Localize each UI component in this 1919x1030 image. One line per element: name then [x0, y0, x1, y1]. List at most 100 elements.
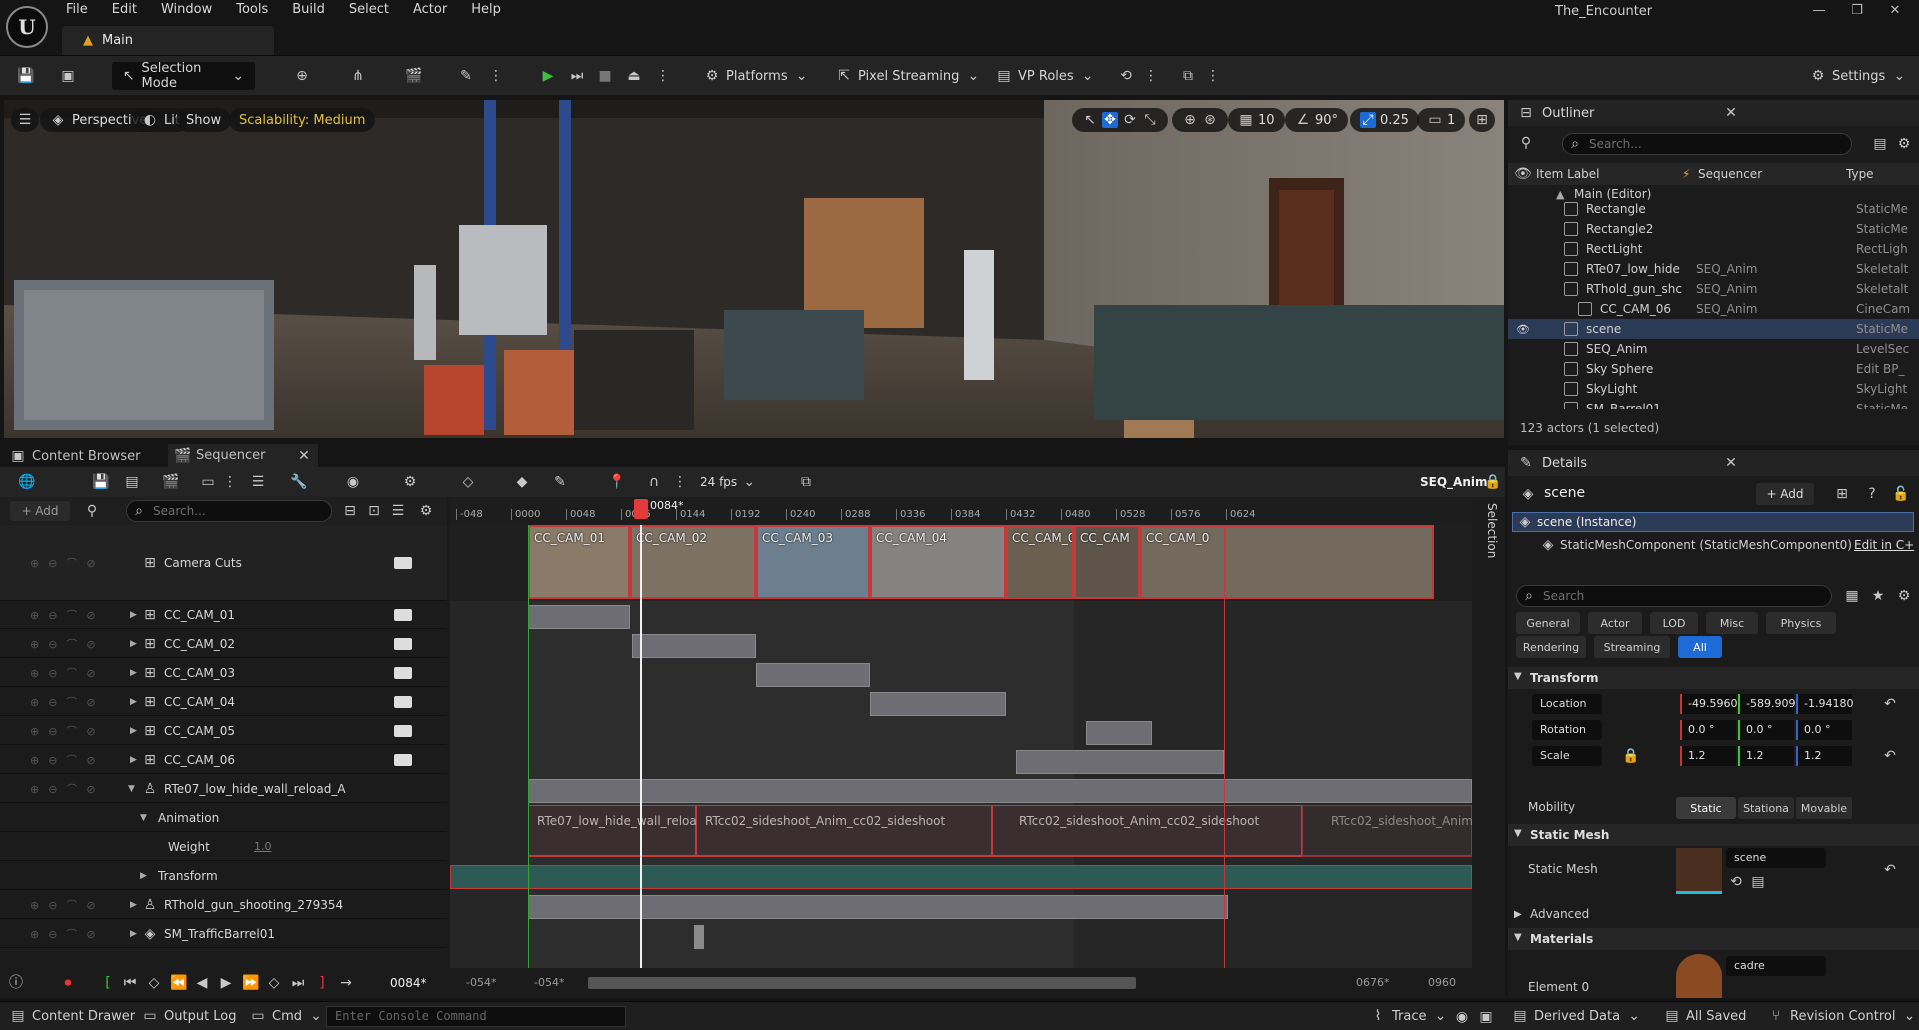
- playback-options-icon[interactable]: ⚙: [402, 474, 418, 490]
- material-thumbnail[interactable]: [1676, 954, 1722, 998]
- section-bar[interactable]: [528, 779, 1472, 803]
- brush-icon[interactable]: ✎: [552, 474, 568, 490]
- camera-speed-button[interactable]: ▭ 1: [1417, 108, 1466, 132]
- info-icon[interactable]: ⓘ: [8, 975, 24, 991]
- menu-tools[interactable]: Tools: [236, 2, 268, 17]
- layout-button[interactable]: ⊞: [1469, 108, 1495, 132]
- outliner-tab[interactable]: ⊟ Outliner ✕: [1508, 100, 1919, 126]
- step-forward-icon[interactable]: ⏩: [242, 975, 259, 991]
- section-bar[interactable]: [528, 605, 630, 629]
- chevron-right-icon[interactable]: ▶: [130, 697, 137, 707]
- camera-icon[interactable]: [394, 724, 412, 737]
- selection-side-tab[interactable]: Selection: [1475, 503, 1499, 643]
- track-row-animation[interactable]: ▼ Animation: [0, 804, 447, 832]
- blueprint-icon[interactable]: ⊞: [1834, 486, 1850, 502]
- stop-icon[interactable]: ■: [597, 68, 613, 84]
- section-bar[interactable]: [632, 634, 756, 658]
- world-space-icon[interactable]: ⊕: [1182, 112, 1198, 128]
- edit-in-cpp-link[interactable]: Edit in C+: [1854, 538, 1914, 552]
- camera-icon[interactable]: [394, 608, 412, 621]
- chevron-right-icon[interactable]: ▶: [130, 639, 137, 649]
- scale-tool-icon[interactable]: ⤡: [1142, 112, 1158, 128]
- transform-section-header[interactable]: Transform: [1508, 667, 1919, 689]
- maximize-button[interactable]: ❐: [1838, 0, 1876, 22]
- eye-icon[interactable]: ◉: [345, 474, 361, 490]
- working-end-field[interactable]: 0960: [1428, 976, 1456, 989]
- track-row-rthold[interactable]: ⊕⊖⌒⊘ ▶ ♙ RThold_gun_shooting_279354: [0, 891, 447, 919]
- view-end-field[interactable]: 0676*: [1356, 976, 1390, 989]
- shot-cc-cam-04[interactable]: CC_CAM_04: [870, 525, 1006, 599]
- barrel-section[interactable]: [694, 925, 704, 949]
- transform-section[interactable]: [450, 865, 1472, 889]
- save-icon[interactable]: 💾: [17, 68, 34, 84]
- rotation-x-field[interactable]: 0.0 °: [1680, 720, 1736, 740]
- outliner-row[interactable]: Sky Sphere Edit BP_: [1508, 359, 1919, 379]
- expand-icon[interactable]: ⊡: [366, 503, 382, 519]
- outliner-row[interactable]: CC_CAM_06 SEQ_Anim CineCam: [1508, 299, 1919, 319]
- lock-icon[interactable]: 🔒: [1484, 474, 1501, 490]
- list-icon[interactable]: ☰: [390, 503, 406, 519]
- sequencer-tab[interactable]: 🎬 Sequencer ✕: [168, 444, 318, 467]
- chevron-right-icon[interactable]: ▶: [130, 755, 137, 765]
- translate-tool-icon[interactable]: ✥: [1102, 112, 1118, 128]
- chevron-right-icon[interactable]: ▶: [140, 871, 147, 881]
- track-row-cc-cam-04[interactable]: ⊕⊖⌒⊘ ▶ ⊞ CC_CAM_04: [0, 688, 447, 716]
- camera-icon[interactable]: [394, 666, 412, 679]
- filter-tab-actor[interactable]: Actor: [1588, 612, 1642, 634]
- shot-cc-cam-06[interactable]: CC_CAM: [1074, 525, 1140, 599]
- rotation-z-field[interactable]: 0.0 °: [1796, 720, 1852, 740]
- chevron-right-icon[interactable]: ▶: [130, 726, 137, 736]
- scale-y-field[interactable]: 1.2: [1738, 746, 1794, 766]
- more-options-icon[interactable]: ⋮: [222, 474, 238, 490]
- outliner-row[interactable]: RectLight RectLigh: [1508, 239, 1919, 259]
- render-icon[interactable]: 🎬: [162, 474, 179, 490]
- select-tool-icon[interactable]: ↖: [1082, 112, 1098, 128]
- add-folder-icon[interactable]: ▤: [1872, 136, 1888, 152]
- section-bar[interactable]: [528, 895, 1228, 919]
- scale-z-field[interactable]: 1.2: [1796, 746, 1852, 766]
- key-icon[interactable]: ◇: [460, 474, 476, 490]
- prev-key-icon[interactable]: ◇: [146, 975, 162, 991]
- weight-value[interactable]: 1.0: [254, 840, 272, 853]
- details-search-input[interactable]: ⌕ Search: [1516, 585, 1832, 607]
- track-row-traffic-barrel[interactable]: ⊕⊖⌒⊘ ▶ ◈ SM_TrafficBarrel01: [0, 920, 447, 948]
- collapse-icon[interactable]: ⊟: [342, 503, 358, 519]
- mobility-movable[interactable]: Movable: [1796, 797, 1852, 819]
- jump-start-icon[interactable]: ⏮: [122, 975, 138, 991]
- section-bar[interactable]: [870, 692, 1006, 716]
- location-dropdown[interactable]: Location: [1532, 694, 1602, 714]
- help-icon[interactable]: ?: [1864, 486, 1880, 502]
- anim-section[interactable]: RTcc02_sideshoot_Anim_cc0: [1302, 805, 1472, 857]
- chevron-right-icon[interactable]: ▶: [130, 900, 137, 910]
- chevron-down-icon[interactable]: ▼: [128, 784, 135, 794]
- close-icon[interactable]: ✕: [1723, 455, 1739, 471]
- snapshot-icon[interactable]: ▭: [200, 474, 216, 490]
- more-options-icon[interactable]: ⋮: [1143, 68, 1159, 84]
- minimize-button[interactable]: —: [1800, 0, 1838, 22]
- track-row-weight[interactable]: Weight 1.0: [0, 833, 447, 861]
- outliner-row[interactable]: Rectangle2 StaticMe: [1508, 219, 1919, 239]
- filter-icon[interactable]: ⚲: [84, 503, 100, 519]
- vp-roles-dropdown[interactable]: ▤ VP Roles ⌄: [996, 62, 1096, 90]
- play-icon[interactable]: ▶: [218, 975, 234, 991]
- use-selected-icon[interactable]: ▤: [1750, 874, 1766, 890]
- static-mesh-thumbnail[interactable]: [1676, 848, 1722, 894]
- viewport-menu-button[interactable]: ☰: [11, 108, 39, 132]
- close-icon[interactable]: ✕: [296, 448, 312, 464]
- scale-snap-button[interactable]: ⤢ 0.25: [1350, 108, 1419, 132]
- section-bar[interactable]: [1016, 750, 1224, 774]
- details-tab[interactable]: ✎ Details ✕: [1508, 450, 1919, 476]
- lock-icon[interactable]: 🔓: [1892, 486, 1909, 502]
- blueprint-icon[interactable]: ⋔: [350, 68, 366, 84]
- record-icon[interactable]: ⏺: [60, 975, 76, 991]
- rotation-y-field[interactable]: 0.0 °: [1738, 720, 1794, 740]
- filter-tab-misc[interactable]: Misc: [1706, 612, 1758, 634]
- platforms-dropdown[interactable]: ⚙ Platforms ⌄: [704, 62, 810, 90]
- gear-icon[interactable]: ⚙: [1896, 136, 1912, 152]
- menu-edit[interactable]: Edit: [112, 2, 137, 17]
- browse-icon[interactable]: ⟲: [1728, 874, 1744, 890]
- table-view-icon[interactable]: ▦: [1844, 588, 1860, 604]
- component-row[interactable]: ◈ StaticMeshComponent (StaticMeshCompone…: [1508, 534, 1919, 556]
- loop-icon[interactable]: →: [338, 975, 354, 991]
- static-mesh-picker[interactable]: scene: [1726, 848, 1826, 868]
